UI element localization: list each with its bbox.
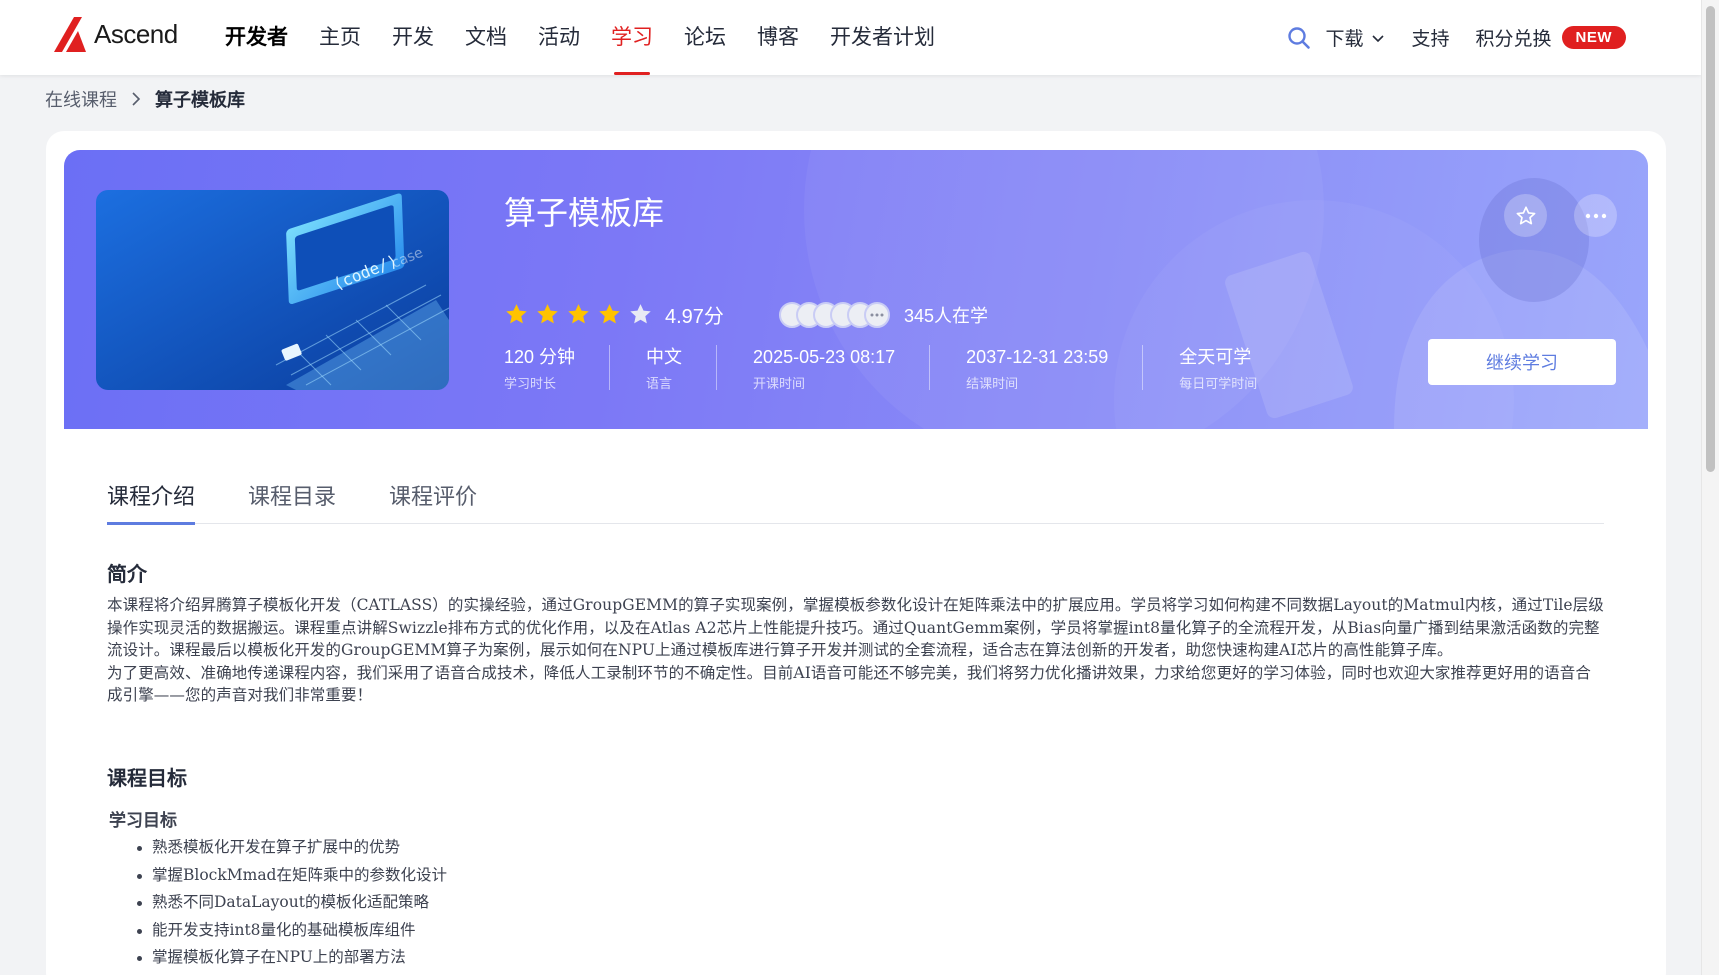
breadcrumb: 在线课程 算子模板库 bbox=[45, 86, 245, 112]
stat-value: 全天可学 bbox=[1179, 347, 1252, 367]
nav-forum[interactable]: 论坛 bbox=[684, 0, 726, 75]
continue-learning-button[interactable]: 继续学习 bbox=[1428, 339, 1616, 385]
nav-blog[interactable]: 博客 bbox=[757, 0, 799, 75]
stat-value: 2037-12-31 23:59 bbox=[966, 347, 1109, 367]
course-tabs: 课程介绍 课程目录 课程评价 bbox=[107, 456, 1604, 525]
stat-label: 结课时间 bbox=[966, 376, 1019, 391]
stat-duration: 120 分钟 学习时长 bbox=[504, 345, 611, 391]
star-partial-icon bbox=[630, 304, 651, 324]
learner-avatars bbox=[778, 301, 890, 328]
breadcrumb-online-courses[interactable]: 在线课程 bbox=[45, 86, 117, 112]
favorite-button[interactable] bbox=[1504, 194, 1547, 237]
scrollbar[interactable] bbox=[1701, 0, 1719, 975]
course-stats: 120 分钟 学习时长 中文 语言 2025-05-23 08:17 开课时间 … bbox=[504, 345, 1327, 391]
list-item: 能开发支持int8量化的基础模板库组件 bbox=[137, 917, 447, 945]
list-item: 熟悉模板化开发在算子扩展中的优势 bbox=[137, 834, 447, 862]
points-exchange-link[interactable]: 积分兑换 bbox=[1475, 24, 1551, 51]
star-filled-icon bbox=[537, 304, 558, 324]
tab-intro[interactable]: 课程介绍 bbox=[107, 456, 196, 525]
course-content: 课程介绍 课程目录 课程评价 简介 本课程将介绍昇腾算子模板化开发（CATLAS… bbox=[72, 456, 1638, 975]
chevron-right-icon bbox=[131, 92, 141, 106]
star-filled-icon bbox=[568, 304, 589, 324]
list-item: 掌握模板化算子在NPU上的部署方法 bbox=[137, 944, 447, 972]
goals-title: 课程目标 bbox=[107, 768, 187, 790]
course-banner: ⟨code/⟩ case 算子模板库 4.97分 345人在学 120 分钟 学… bbox=[64, 150, 1648, 429]
nav-dev-program[interactable]: 开发者计划 bbox=[830, 0, 935, 75]
stat-label: 每日可学时间 bbox=[1179, 376, 1258, 391]
stat-value: 120 分钟 bbox=[504, 347, 576, 367]
ascend-logo-icon bbox=[54, 17, 86, 52]
stat-label: 学习时长 bbox=[504, 376, 557, 391]
intro-paragraph: 本课程将介绍昇腾算子模板化开发（CATLASS）的实操经验，通过GroupGEM… bbox=[107, 596, 1604, 659]
star-filled-icon bbox=[506, 304, 527, 324]
stat-label: 语言 bbox=[646, 376, 673, 391]
stat-start-time: 2025-05-23 08:17 开课时间 bbox=[753, 345, 931, 391]
nav-events[interactable]: 活动 bbox=[538, 0, 580, 75]
stat-language: 中文 语言 bbox=[646, 345, 718, 391]
stat-value: 中文 bbox=[646, 347, 683, 367]
learners-count: 345人在学 bbox=[903, 305, 988, 326]
chevron-down-icon bbox=[1372, 34, 1385, 42]
stat-label: 开课时间 bbox=[753, 376, 806, 391]
list-item: 熟悉不同DataLayout的模板化适配策略 bbox=[137, 889, 447, 917]
stat-end-time: 2037-12-31 23:59 结课时间 bbox=[966, 345, 1144, 391]
ascend-logo[interactable]: Ascend bbox=[52, 14, 178, 54]
breadcrumb-current: 算子模板库 bbox=[155, 90, 245, 110]
stat-daily-time: 全天可学 每日可学时间 bbox=[1179, 345, 1291, 391]
download-menu[interactable]: 下载 bbox=[1325, 24, 1385, 51]
nav-learn[interactable]: 学习 bbox=[611, 0, 653, 75]
star-filled-icon bbox=[599, 304, 620, 324]
search-icon[interactable] bbox=[1287, 26, 1311, 50]
stat-value: 2025-05-23 08:17 bbox=[753, 347, 896, 367]
more-avatars-icon bbox=[863, 301, 890, 328]
download-label: 下载 bbox=[1325, 29, 1364, 50]
top-nav: Ascend 开发者 主页 开发 文档 活动 学习 论坛 博客 开发者计划 下载… bbox=[0, 0, 1701, 75]
course-title: 算子模板库 bbox=[504, 195, 665, 231]
intro-paragraph: 为了更高效、准确地传递课程内容，我们采用了语音合成技术，降低人工录制环节的不确定… bbox=[107, 663, 1591, 705]
tab-reviews[interactable]: 课程评价 bbox=[389, 456, 477, 524]
course-thumbnail: ⟨code/⟩ case bbox=[96, 190, 449, 390]
nav-developer[interactable]: 开发者 bbox=[225, 0, 288, 75]
list-item: 掌握BlockMmad在矩阵乘中的参数化设计 bbox=[137, 862, 447, 890]
support-link[interactable]: 支持 bbox=[1411, 24, 1449, 51]
more-dots-icon bbox=[1585, 213, 1606, 218]
rating-score: 4.97分 bbox=[665, 306, 724, 328]
tab-catalog[interactable]: 课程目录 bbox=[248, 456, 336, 524]
more-button[interactable] bbox=[1574, 194, 1617, 237]
star-outline-icon bbox=[1516, 205, 1535, 224]
nav-docs[interactable]: 文档 bbox=[465, 0, 507, 75]
scrollbar-thumb[interactable] bbox=[1706, 6, 1715, 472]
nav-home[interactable]: 主页 bbox=[319, 0, 361, 75]
goals-subtitle: 学习目标 bbox=[109, 811, 177, 830]
nav-develop[interactable]: 开发 bbox=[392, 0, 434, 75]
rating-row: 4.97分 345人在学 bbox=[504, 300, 988, 329]
intro-text: 本课程将介绍昇腾算子模板化开发（CATLASS）的实操经验，通过GroupGEM… bbox=[107, 594, 1604, 707]
logo-text: Ascend bbox=[94, 18, 178, 49]
intro-title: 简介 bbox=[107, 564, 147, 586]
nav-right: 下载 支持 积分兑换 NEW bbox=[1287, 0, 1626, 75]
new-badge: NEW bbox=[1561, 26, 1626, 49]
main-nav: 开发者 主页 开发 文档 活动 学习 论坛 博客 开发者计划 bbox=[225, 0, 966, 75]
goals-list: 熟悉模板化开发在算子扩展中的优势 掌握BlockMmad在矩阵乘中的参数化设计 … bbox=[137, 834, 447, 972]
